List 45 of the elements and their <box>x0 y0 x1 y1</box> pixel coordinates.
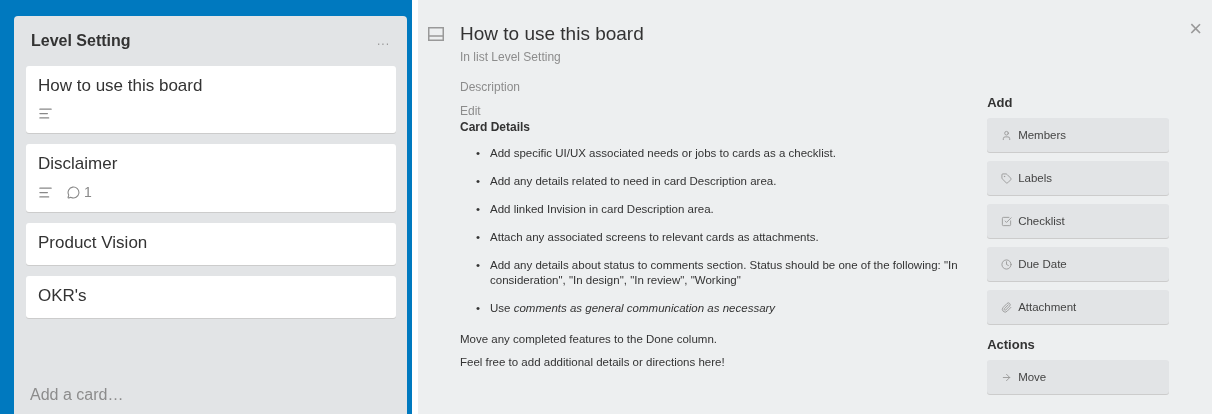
person-icon <box>1001 129 1013 141</box>
bullet-marker: • <box>476 301 481 316</box>
description-bullet: Add specific UI/UX associated needs or jobs to cards as a checklist. <box>490 146 836 161</box>
paperclip-icon <box>1001 301 1013 313</box>
card[interactable]: OKR's <box>26 276 396 318</box>
tag-icon <box>1001 172 1013 184</box>
clock-icon <box>1001 258 1013 270</box>
card[interactable]: Disclaimer 1 <box>26 144 396 212</box>
sidebar-button[interactable]: Attachment <box>987 290 1170 324</box>
sidebar-button[interactable]: Members <box>987 118 1170 152</box>
sidebar-heading: Add <box>987 95 1014 110</box>
description-label: Description <box>460 80 522 94</box>
card[interactable]: Product Vision <box>26 223 396 265</box>
description-icon <box>38 184 53 200</box>
description-bullet: Add linked Invision in card Description area. <box>490 202 714 217</box>
description-icon <box>38 106 53 121</box>
arrow-icon <box>1001 371 1013 383</box>
description-heading: Card Details <box>460 120 532 134</box>
bullet-marker: • <box>476 258 481 273</box>
card-title: Disclaimer <box>38 154 119 174</box>
sidebar-heading: Actions <box>987 337 1036 352</box>
description-text: Feel free to add additional details or directions here! <box>460 356 726 368</box>
checkbox-icon <box>1001 215 1013 227</box>
card-title: How to use this board <box>38 76 204 96</box>
bullet-marker: • <box>476 230 481 245</box>
sidebar-button[interactable]: Labels <box>987 161 1170 195</box>
description-bullet: Use comments as general communication as necessary <box>490 301 776 316</box>
list-title: Level Setting <box>31 32 131 50</box>
bullet-marker: • <box>476 202 481 217</box>
list-name: In list Level Setting <box>460 50 562 64</box>
card-title: How to use this board <box>460 22 645 46</box>
card-icon <box>428 27 444 41</box>
description-text: Move any completed features to the Done column. <box>460 333 718 345</box>
bullet-marker: • <box>476 174 481 189</box>
sidebar-button[interactable]: Checklist <box>987 204 1170 238</box>
description-bullet: Add any details related to need in card Description area. <box>490 174 777 189</box>
comment-count: 1 <box>67 184 92 200</box>
description-bullet: Attach any associated screens to relevant cards as attachments. <box>490 230 819 245</box>
description-bullet: Add any details about status to comments section. Status should be one of the following: "In consideration", "In design", "In review", "Working" <box>490 258 959 288</box>
card-title: OKR's <box>38 286 88 306</box>
card[interactable]: How to use this board <box>26 66 396 133</box>
sidebar-button[interactable]: Due Date <box>987 247 1170 281</box>
sidebar-button[interactable]: Move <box>987 360 1170 394</box>
card-title: Product Vision <box>38 233 149 253</box>
bullet-marker: • <box>476 146 481 161</box>
